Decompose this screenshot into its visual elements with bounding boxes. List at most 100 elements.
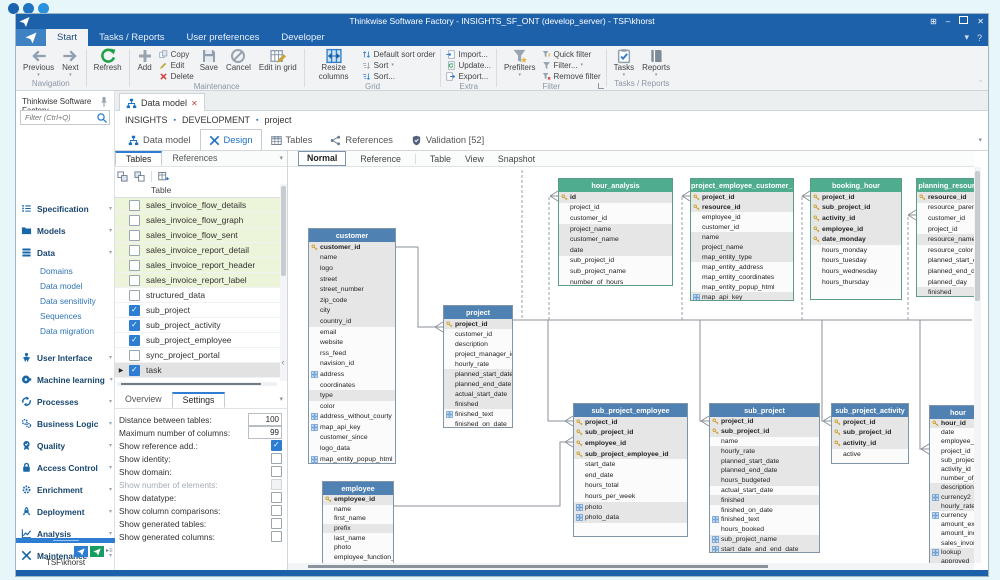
table-checkbox[interactable]: [129, 350, 140, 361]
update-button[interactable]: Update...: [446, 60, 490, 70]
window-dot-3[interactable]: [38, 3, 49, 14]
close-icon[interactable]: ✕: [977, 14, 984, 29]
previous-button[interactable]: Previous▾: [19, 48, 58, 77]
default-sort-order-button[interactable]: Default sort order: [362, 49, 436, 59]
menu-view-alt-button[interactable]: [90, 546, 104, 557]
delete-button[interactable]: Delete: [159, 71, 194, 81]
help-icon[interactable]: ?: [977, 33, 982, 43]
tree-expand-icon[interactable]: [134, 171, 145, 182]
minimize-icon[interactable]: ‒: [946, 14, 950, 29]
tab-overflow-icon[interactable]: ▾: [978, 136, 982, 144]
table-row-sub-project-activity[interactable]: sub_project_activity: [115, 318, 280, 333]
table-row-sales-invoice-flow-details[interactable]: sales_invoice_flow_details: [115, 198, 280, 213]
tab-references[interactable]: References: [321, 129, 402, 150]
diagram-table-project[interactable]: projectproject_idcustomer_iddescriptionp…: [443, 305, 513, 428]
view-mode-view[interactable]: View: [465, 154, 484, 164]
table-checkbox[interactable]: [129, 260, 140, 271]
tasks-button[interactable]: Tasks▾: [610, 48, 638, 77]
export-button[interactable]: Export...: [446, 71, 490, 81]
table-list-hscrollbar[interactable]: [117, 382, 277, 386]
chevron-icon[interactable]: ▾: [109, 354, 112, 361]
table-checkbox[interactable]: [129, 200, 140, 211]
chevron-icon[interactable]: ▾: [109, 227, 112, 234]
edit-in-grid-button[interactable]: Edit in grid: [255, 48, 301, 73]
setting-checkbox[interactable]: [271, 466, 282, 477]
tab-tables[interactable]: Tables: [262, 129, 322, 150]
edit-button[interactable]: Edit: [159, 60, 194, 70]
tab-design[interactable]: Design: [200, 129, 262, 150]
window-dot-1[interactable]: [8, 3, 19, 14]
chevron-icon[interactable]: ▾: [109, 420, 112, 427]
application-menu-button[interactable]: [16, 29, 46, 46]
diagram-table-customer[interactable]: customercustomer_idnamelogostreetstreet_…: [308, 228, 396, 464]
table-checkbox[interactable]: [129, 290, 140, 301]
tree-collapse-icon[interactable]: [117, 171, 128, 182]
collapse-ribbon-icon[interactable]: ˆ: [980, 81, 982, 88]
menu-view-button[interactable]: [74, 546, 88, 557]
ribbon-tab-developer[interactable]: Developer: [270, 29, 335, 46]
diagram-canvas[interactable]: customercustomer_idnamelogostreetstreet_…: [288, 167, 974, 563]
chevron-icon[interactable]: ▾: [109, 486, 112, 493]
table-checkbox[interactable]: [129, 275, 140, 286]
canvas-hscrollbar[interactable]: [288, 563, 974, 570]
breadcrumb-project[interactable]: project: [265, 115, 292, 125]
refresh-button[interactable]: Refresh: [90, 48, 126, 73]
collapse-panel-button[interactable]: ‹: [278, 352, 288, 372]
window-dot-2[interactable]: [23, 3, 34, 14]
view-mode-reference[interactable]: Reference: [360, 154, 401, 164]
view-mode-normal[interactable]: Normal: [298, 151, 346, 166]
sidebar-item-processes[interactable]: Processes▾: [21, 394, 112, 409]
chevron-icon[interactable]: ▾: [109, 442, 112, 449]
setting-checkbox[interactable]: [271, 518, 282, 529]
table-row-sales-invoice-flow-sent[interactable]: sales_invoice_flow_sent: [115, 228, 280, 243]
remove-filter-button[interactable]: Remove filter: [542, 71, 601, 81]
sidebar-item-user-interface[interactable]: User Interface▾: [21, 350, 112, 365]
sort-button[interactable]: Sort...: [362, 71, 436, 81]
setting-checkbox[interactable]: [271, 453, 282, 464]
filter-input[interactable]: [23, 111, 99, 124]
setting-checkbox[interactable]: [271, 440, 282, 451]
table-list-header[interactable]: Table: [115, 184, 280, 198]
diagram-table-planning-resource[interactable]: planning_resourceresource_idresource_par…: [916, 178, 974, 297]
close-tab-icon[interactable]: ✕: [191, 99, 198, 108]
table-row-sub-project[interactable]: sub_project: [115, 303, 280, 318]
diagram-table-employee[interactable]: employeeemployee_idnamefirst_nameprefixl…: [322, 481, 394, 563]
table-checkbox[interactable]: [129, 335, 140, 346]
table-row-sales-invoice-flow-graph[interactable]: sales_invoice_flow_graph: [115, 213, 280, 228]
panel-tab-references[interactable]: References: [162, 151, 227, 166]
reports-button[interactable]: Reports▾: [638, 48, 674, 77]
chevron-icon[interactable]: ▾: [109, 530, 112, 537]
add-button[interactable]: Add: [133, 48, 157, 73]
panel-tab-settings[interactable]: Settings: [172, 392, 226, 408]
save-button[interactable]: Save: [196, 48, 222, 73]
sidebar-item-deployment[interactable]: Deployment▾: [21, 504, 112, 519]
sidebar-subitem-domains[interactable]: Domains: [40, 266, 73, 276]
table-row-sales-invoice-report-header[interactable]: sales_invoice_report_header: [115, 258, 280, 273]
sidebar-item-enrichment[interactable]: Enrichment▾: [21, 482, 112, 497]
diagram-table-booking-hour[interactable]: booking_hourproject_idsub_project_idacti…: [810, 178, 902, 300]
filter-button[interactable]: Filter...▾: [542, 60, 601, 70]
panel-tab-overview[interactable]: Overview: [115, 392, 172, 408]
table-checkbox[interactable]: [129, 230, 140, 241]
sidebar-splitter[interactable]: [16, 538, 115, 543]
panel-tab-caret-icon[interactable]: ▾: [279, 392, 283, 408]
diagram-table-sub-project-employee[interactable]: sub_project_employeeproject_idsub_projec…: [573, 403, 688, 537]
view-mode-table[interactable]: Table: [430, 154, 451, 164]
sidebar-subitem-data-model[interactable]: Data model: [40, 281, 82, 291]
sidebar-item-access-control[interactable]: Access Control▾: [21, 460, 112, 475]
chevron-icon[interactable]: ▾: [109, 508, 112, 515]
sidebar-item-business-logic[interactable]: Business Logic▾: [21, 416, 112, 431]
restore-icon[interactable]: [959, 14, 968, 29]
tab-validation-52[interactable]: Validation [52]: [402, 129, 493, 150]
setting-checkbox[interactable]: [271, 505, 282, 516]
sidebar-subitem-sequences[interactable]: Sequences: [40, 311, 82, 321]
diagram-table-sub-project-activity[interactable]: sub_project_activityproject_idsub_projec…: [831, 403, 909, 464]
setting-input[interactable]: 100: [248, 413, 282, 426]
table-checkbox[interactable]: [129, 245, 140, 256]
setting-input[interactable]: 99: [248, 426, 282, 439]
sidebar-item-specification[interactable]: Specification▾: [21, 201, 112, 216]
pin-ribbon-icon[interactable]: ▾: [964, 32, 969, 43]
chevron-icon[interactable]: ▾: [109, 205, 112, 212]
grid-add-icon[interactable]: [158, 171, 169, 182]
resize-columns-button[interactable]: Resize columns: [308, 48, 360, 82]
